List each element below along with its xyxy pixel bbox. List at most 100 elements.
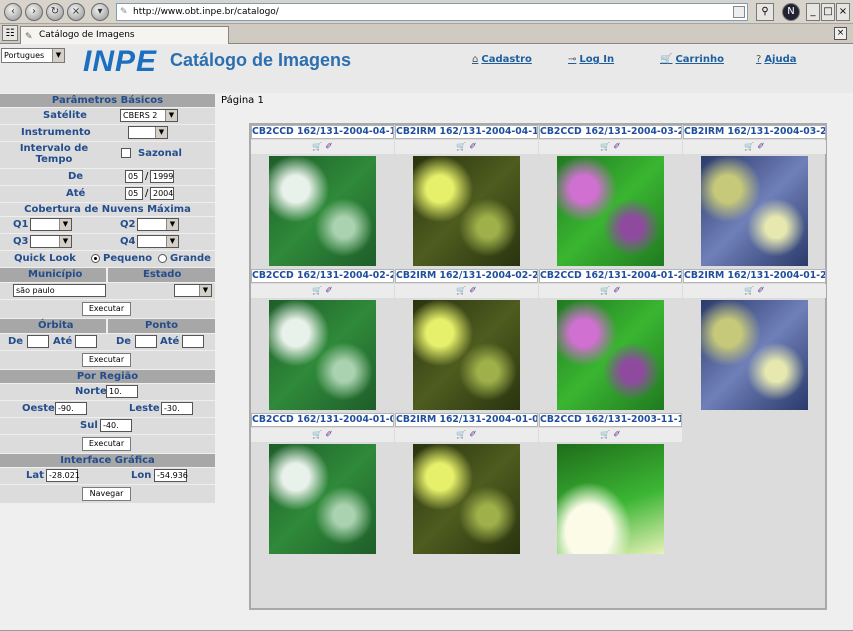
grande-radio[interactable] [158, 254, 167, 263]
executar-municipio-button[interactable]: Executar [82, 302, 131, 316]
leste-input[interactable]: -30. [161, 402, 193, 415]
pequeno-radio[interactable] [91, 254, 100, 263]
result-label-link[interactable]: CB2IRM 162/131-2004-02-24 [395, 269, 538, 283]
ponto-de-input[interactable] [135, 335, 157, 348]
result-label-link[interactable]: CB2CCD 162/131-2004-03-21 [539, 125, 682, 139]
instrumento-select[interactable]: ▼ [128, 126, 168, 139]
oeste-input[interactable]: -90. [55, 402, 87, 415]
result-item: CB2CCD 162/131-2003-11-12 🛒 ✐ [539, 413, 682, 557]
result-label-link[interactable]: CB2CCD 162/131-2004-01-03 [251, 413, 394, 427]
tab-catalogo[interactable]: ✎ Catálogo de Imagens [20, 26, 229, 44]
municipio-input[interactable]: são paulo [13, 284, 106, 297]
result-label-link[interactable]: CB2IRM 162/131-2004-04-16 [395, 125, 538, 139]
result-label-link[interactable]: CB2IRM 162/131-2004-01-03 [395, 413, 538, 427]
result-label-link[interactable]: CB2IRM 162/131-2004-01-29 [683, 269, 826, 283]
de-month-input[interactable]: 05 [125, 170, 143, 183]
add-to-cart-icon[interactable]: 🛒 [744, 142, 754, 151]
view-details-icon[interactable]: ✐ [754, 142, 765, 152]
back-icon[interactable]: ‹ [4, 3, 22, 21]
satelite-select[interactable]: CBERS 2 ▼ [120, 109, 178, 122]
close-window-icon[interactable]: × [836, 3, 850, 21]
lat-input[interactable]: -28.021 [46, 469, 80, 482]
estado-select[interactable]: ▼ [174, 284, 212, 297]
carrinho-link[interactable]: 🛒 Carrinho [660, 54, 724, 65]
add-to-cart-icon[interactable]: 🛒 [600, 286, 610, 295]
address-bar[interactable]: ✎ http://www.obt.inpe.br/catalogo/ [116, 3, 748, 21]
orbita-ate-input[interactable] [75, 335, 97, 348]
result-item: CB2IRM 162/131-2004-01-03 🛒 ✐ [395, 413, 538, 557]
quicklook-thumbnail[interactable] [557, 300, 664, 410]
de-year-input[interactable]: 1999 [150, 170, 174, 183]
view-details-icon[interactable]: ✐ [610, 430, 621, 440]
quicklook-thumbnail[interactable] [269, 444, 376, 554]
quicklook-thumbnail[interactable] [413, 156, 520, 266]
quicklook-thumbnail[interactable] [701, 156, 808, 266]
view-details-icon[interactable]: ✐ [466, 286, 477, 296]
login-link[interactable]: ⊸ Log In [568, 54, 614, 65]
tab-menu-icon[interactable]: ☷ [2, 25, 18, 41]
search-icon[interactable]: ⚲ [756, 3, 774, 21]
result-label-link[interactable]: CB2IRM 162/131-2004-03-21 [683, 125, 826, 139]
ajuda-link[interactable]: ? Ajuda [756, 54, 797, 65]
results-grid: CB2CCD 162/131-2004-04-16 🛒 ✐ CB2IRM 162/1… [249, 123, 827, 610]
minimize-icon[interactable]: _ [806, 3, 820, 21]
norte-input[interactable]: 10. [106, 385, 138, 398]
view-details-icon[interactable]: ✐ [610, 286, 621, 296]
result-label-link[interactable]: CB2CCD 162/131-2004-01-29 [539, 269, 682, 283]
result-label-link[interactable]: CB2CCD 162/131-2004-02-24 [251, 269, 394, 283]
quicklook-thumbnail[interactable] [701, 300, 808, 410]
result-label-link[interactable]: CB2CCD 162/131-2004-04-16 [251, 125, 394, 139]
q3-select[interactable]: ▼ [30, 235, 72, 248]
executar-orbita-button[interactable]: Executar [82, 353, 131, 367]
orbita-de-input[interactable] [27, 335, 49, 348]
history-dropdown-icon[interactable]: ▾ [91, 3, 109, 21]
result-label-link[interactable]: CB2CCD 162/131-2003-11-12 [539, 413, 682, 427]
add-to-cart-icon[interactable]: 🛒 [600, 142, 610, 151]
add-to-cart-icon[interactable]: 🛒 [456, 286, 466, 295]
view-details-icon[interactable]: ✐ [466, 142, 477, 152]
quicklook-thumbnail[interactable] [269, 156, 376, 266]
navegar-button[interactable]: Navegar [82, 487, 131, 501]
row-municipio-head: Município Estado [0, 268, 215, 282]
view-details-icon[interactable]: ✐ [610, 142, 621, 152]
quicklook-thumbnail[interactable] [557, 444, 664, 554]
row-de: De 05 / 1999 [0, 169, 215, 185]
language-select[interactable]: Portugues ▼ [1, 48, 65, 63]
add-to-cart-icon[interactable]: 🛒 [600, 430, 610, 439]
sazonal-checkbox[interactable] [121, 148, 131, 158]
ate-year-input[interactable]: 2004 [150, 187, 174, 200]
view-details-icon[interactable]: ✐ [322, 142, 333, 152]
netscape-icon[interactable]: N [782, 3, 800, 21]
sul-input[interactable]: -40. [100, 419, 132, 432]
lon-input[interactable]: -54.936 [154, 469, 188, 482]
view-details-icon[interactable]: ✐ [466, 430, 477, 440]
add-to-cart-icon[interactable]: 🛒 [312, 142, 322, 151]
stop-icon[interactable]: × [67, 3, 85, 21]
close-tab-icon[interactable]: × [834, 27, 847, 40]
view-details-icon[interactable]: ✐ [754, 286, 765, 296]
ate-month-input[interactable]: 05 [125, 187, 143, 200]
q4-select[interactable]: ▼ [137, 235, 179, 248]
executar-regiao-button[interactable]: Executar [82, 437, 131, 451]
quicklook-thumbnail[interactable] [557, 156, 664, 266]
view-details-icon[interactable]: ✐ [322, 286, 333, 296]
search-panel: Parâmetros Básicos Satélite CBERS 2 ▼ In… [0, 93, 215, 503]
go-icon[interactable] [733, 6, 745, 18]
maximize-icon[interactable]: □ [821, 3, 835, 21]
ponto-ate-input[interactable] [182, 335, 204, 348]
view-details-icon[interactable]: ✐ [322, 430, 333, 440]
add-to-cart-icon[interactable]: 🛒 [456, 142, 466, 151]
reload-icon[interactable]: ↻ [46, 3, 64, 21]
quicklook-thumbnail[interactable] [413, 300, 520, 410]
q2-select[interactable]: ▼ [137, 218, 179, 231]
quicklook-thumbnail[interactable] [413, 444, 520, 554]
quicklook-thumbnail[interactable] [269, 300, 376, 410]
add-to-cart-icon[interactable]: 🛒 [312, 430, 322, 439]
forward-icon[interactable]: › [25, 3, 43, 21]
q1-select[interactable]: ▼ [30, 218, 72, 231]
add-to-cart-icon[interactable]: 🛒 [744, 286, 754, 295]
instrumento-label: Instrumento [21, 127, 91, 138]
cadastro-link[interactable]: ⌂ Cadastro [472, 54, 532, 65]
add-to-cart-icon[interactable]: 🛒 [312, 286, 322, 295]
add-to-cart-icon[interactable]: 🛒 [456, 430, 466, 439]
